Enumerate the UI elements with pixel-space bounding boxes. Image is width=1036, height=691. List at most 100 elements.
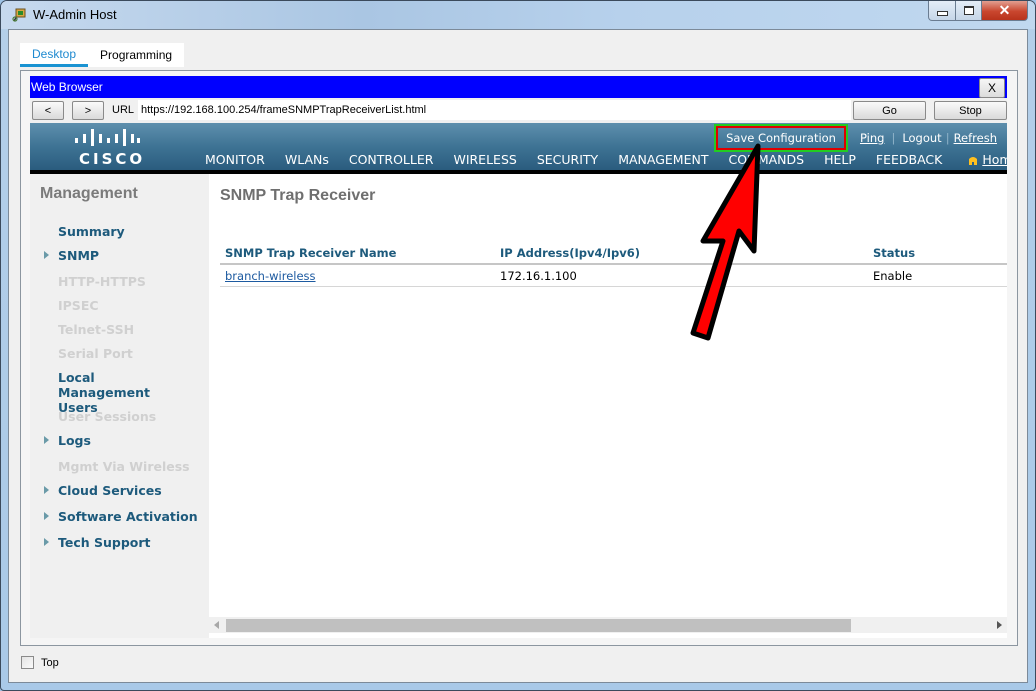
sidebar-item-label: User Sessions xyxy=(58,409,157,424)
go-button[interactable]: Go xyxy=(853,101,926,120)
nav-commands[interactable]: COMMANDS xyxy=(718,150,814,172)
maximize-button[interactable] xyxy=(956,1,982,21)
sidebar-item-serial-port: Serial Port xyxy=(30,346,133,361)
trap-receiver-table: SNMP Trap Receiver Name IP Address(Ipv4/… xyxy=(220,242,1007,287)
cisco-bars-icon xyxy=(75,129,140,146)
nav-monitor[interactable]: MONITOR xyxy=(195,150,275,172)
sidebar-item-label: Software Activation xyxy=(58,509,198,524)
app-window: W-Admin Host ✕ Desktop Programming Web B… xyxy=(0,0,1036,691)
sidebar-item-label: Serial Port xyxy=(58,346,133,361)
url-input[interactable] xyxy=(138,100,851,120)
top-links: Save Configuration Ping | Logout | Refre… xyxy=(714,124,997,152)
sidebar-item-label: Cloud Services xyxy=(58,483,162,498)
sidebar-item-http-https: HTTP-HTTPS xyxy=(30,274,146,289)
home-label: Home xyxy=(982,152,1007,167)
desktop-panel: Web Browser X < > URL Go Stop xyxy=(20,70,1018,646)
expand-arrow-icon xyxy=(44,486,49,494)
expand-arrow-icon xyxy=(44,538,49,546)
tab-desktop[interactable]: Desktop xyxy=(20,43,89,67)
maximize-icon xyxy=(963,6,974,15)
table-header-row: SNMP Trap Receiver Name IP Address(Ipv4/… xyxy=(220,242,1007,265)
top-checkbox-label: Top xyxy=(41,656,59,669)
nav-feedback[interactable]: FEEDBACK xyxy=(866,150,952,172)
nav-home[interactable]: Home xyxy=(952,150,1007,172)
main-content: SNMP Trap Receiver SNMP Trap Receiver Na… xyxy=(209,174,1007,638)
scrollbar-thumb[interactable] xyxy=(226,619,851,632)
browser-title-bar: Web Browser X xyxy=(30,76,1007,98)
web-browser: Web Browser X < > URL Go Stop xyxy=(30,76,1007,638)
stop-button[interactable]: Stop xyxy=(934,101,1007,120)
table-row: branch-wireless 172.16.1.100 Enable xyxy=(220,264,1007,287)
cisco-logo: CISCO xyxy=(72,128,142,168)
sidebar-item-label: Tech Support xyxy=(58,535,151,550)
close-button[interactable]: ✕ xyxy=(982,1,1028,21)
cisco-wordmark: CISCO xyxy=(79,150,146,168)
ping-link[interactable]: Ping xyxy=(860,131,884,145)
packet-tracer-host-icon xyxy=(12,8,26,22)
sidebar-item-cloud-services[interactable]: Cloud Services xyxy=(30,483,162,498)
sidebar-item-summary[interactable]: Summary xyxy=(30,224,125,239)
expand-arrow-icon xyxy=(44,436,49,444)
close-icon: ✕ xyxy=(998,2,1011,18)
sidebar-item-label: Telnet-SSH xyxy=(58,322,135,337)
back-button[interactable]: < xyxy=(32,101,64,120)
sidebar-item-tech-support[interactable]: Tech Support xyxy=(30,535,151,550)
nav-help[interactable]: HELP xyxy=(814,150,866,172)
cisco-header: CISCO Save Configuration Ping | Logout |… xyxy=(30,123,1007,176)
forward-button[interactable]: > xyxy=(72,101,104,120)
receiver-name-link[interactable]: branch-wireless xyxy=(225,269,316,283)
link-separator: | xyxy=(891,131,896,145)
sidebar-item-label: SNMP xyxy=(58,248,100,263)
horizontal-scrollbar[interactable] xyxy=(209,617,1007,633)
home-icon xyxy=(969,157,978,165)
title-bar: W-Admin Host ✕ xyxy=(1,1,1035,29)
column-header-ip: IP Address(Ipv4/Ipv6) xyxy=(495,242,868,265)
nav-security[interactable]: SECURITY xyxy=(527,150,608,172)
refresh-link[interactable]: Refresh xyxy=(954,131,997,145)
sidebar-item-label: Logs xyxy=(58,433,91,448)
cisco-wlc-page: CISCO Save Configuration Ping | Logout |… xyxy=(30,123,1007,638)
sidebar-item-label: HTTP-HTTPS xyxy=(58,274,146,289)
minimize-button[interactable] xyxy=(928,1,956,21)
column-header-name: SNMP Trap Receiver Name xyxy=(220,242,495,265)
logout-link[interactable]: Logout xyxy=(902,131,941,145)
expand-arrow-icon xyxy=(44,251,49,259)
top-checkbox[interactable] xyxy=(21,656,34,669)
cell-name: branch-wireless xyxy=(220,264,495,287)
save-configuration-link[interactable]: Save Configuration xyxy=(714,124,848,152)
sidebar-item-software-activation[interactable]: Software Activation xyxy=(30,509,198,524)
browser-close-button[interactable]: X xyxy=(979,78,1005,98)
cell-status: Enable xyxy=(868,264,1007,287)
sidebar-item-logs[interactable]: Logs xyxy=(30,433,91,448)
window-title: W-Admin Host xyxy=(33,7,117,22)
nav-controller[interactable]: CONTROLLER xyxy=(339,150,444,172)
management-sidebar: Management Summary SNMP HTTP-HTTPS IPSEC… xyxy=(30,174,209,638)
page-title: SNMP Trap Receiver xyxy=(220,187,376,204)
sidebar-item-label: Summary xyxy=(58,224,125,239)
link-separator: | xyxy=(945,131,950,145)
sidebar-item-snmp[interactable]: SNMP xyxy=(30,248,99,263)
nav-management[interactable]: MANAGEMENT xyxy=(608,150,719,176)
scroll-left-icon[interactable] xyxy=(214,621,219,629)
minimize-icon xyxy=(936,10,948,16)
sidebar-title: Management xyxy=(40,185,138,202)
tab-programming[interactable]: Programming xyxy=(88,43,184,67)
nav-wireless[interactable]: WIRELESS xyxy=(443,150,526,172)
sidebar-item-label: Mgmt Via Wireless xyxy=(58,459,190,474)
column-header-status: Status xyxy=(868,242,1007,265)
sidebar-item-user-sessions: User Sessions xyxy=(30,409,156,424)
sidebar-item-ipsec: IPSEC xyxy=(30,298,99,313)
cell-ip: 172.16.1.100 xyxy=(495,264,868,287)
window-controls: ✕ xyxy=(928,1,1028,21)
scroll-right-icon[interactable] xyxy=(997,621,1002,629)
browser-nav-row: < > URL Go Stop xyxy=(30,100,1007,122)
sidebar-item-label: IPSEC xyxy=(58,298,99,313)
window-client: Desktop Programming Web Browser X < > UR… xyxy=(8,29,1028,683)
expand-arrow-icon xyxy=(44,512,49,520)
browser-title: Web Browser xyxy=(31,80,103,94)
nav-wlans[interactable]: WLANs xyxy=(275,150,339,172)
tab-bar: Desktop Programming xyxy=(20,43,185,67)
sidebar-item-mgmt-via-wireless: Mgmt Via Wireless xyxy=(30,459,190,474)
url-label: URL xyxy=(112,104,135,116)
top-checkbox-row: Top xyxy=(21,656,59,669)
